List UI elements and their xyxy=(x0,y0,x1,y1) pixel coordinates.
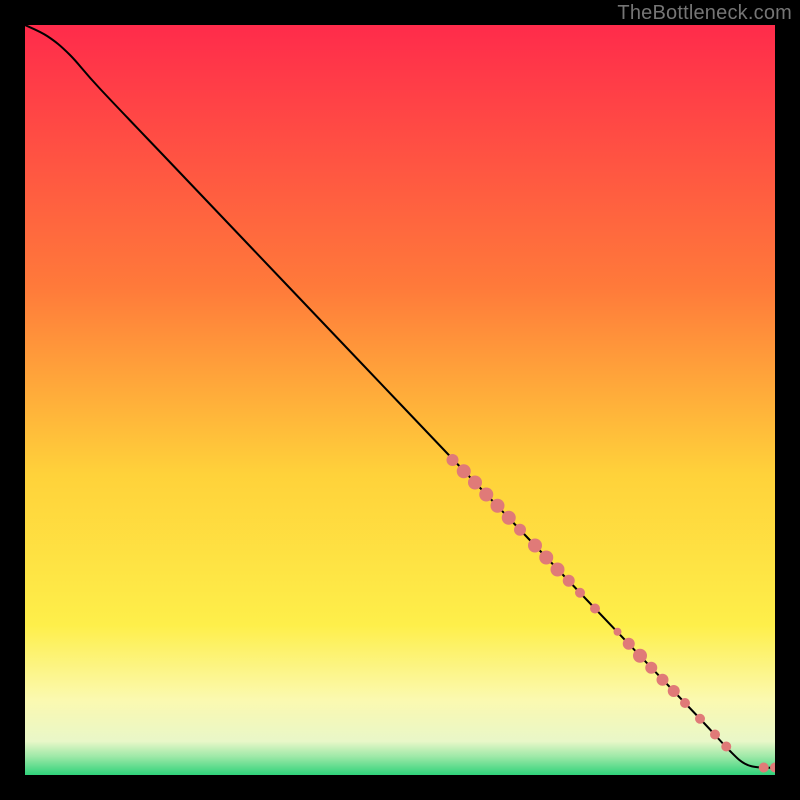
watermark-text: TheBottleneck.com xyxy=(617,2,792,25)
data-marker xyxy=(614,628,622,636)
chart-stage: TheBottleneck.com xyxy=(0,0,800,800)
data-marker xyxy=(539,551,553,565)
data-marker xyxy=(759,763,769,773)
data-marker xyxy=(710,730,720,740)
gradient-background xyxy=(25,25,775,775)
data-marker xyxy=(695,714,705,724)
data-marker xyxy=(528,539,542,553)
data-marker xyxy=(623,638,635,650)
data-marker xyxy=(447,454,459,466)
data-marker xyxy=(563,575,575,587)
data-marker xyxy=(633,649,647,663)
data-marker xyxy=(721,742,731,752)
chart-svg xyxy=(25,25,775,775)
plot-area xyxy=(25,25,775,775)
data-marker xyxy=(491,499,505,513)
data-marker xyxy=(680,698,690,708)
data-marker xyxy=(468,476,482,490)
data-marker xyxy=(457,464,471,478)
data-marker xyxy=(514,524,526,536)
data-marker xyxy=(479,488,493,502)
data-marker xyxy=(645,662,657,674)
data-marker xyxy=(502,511,516,525)
data-marker xyxy=(657,674,669,686)
data-marker xyxy=(575,588,585,598)
data-marker xyxy=(590,604,600,614)
data-marker xyxy=(668,685,680,697)
data-marker xyxy=(551,563,565,577)
